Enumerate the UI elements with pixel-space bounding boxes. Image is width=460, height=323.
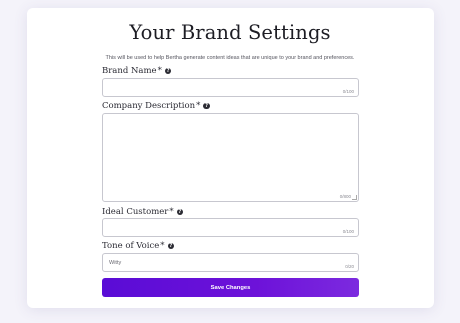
required-mark: *	[160, 241, 165, 251]
ideal-customer-label: Ideal Customer * ?	[102, 207, 184, 217]
brand-name-label-text: Brand Name	[102, 66, 157, 76]
brand-name-label: Brand Name * ?	[102, 66, 172, 76]
company-description-label: Company Description * ?	[102, 101, 210, 111]
page-title: Your Brand Settings	[129, 21, 331, 44]
tone-of-voice-input[interactable]: Witty 0/20	[102, 253, 359, 272]
tone-of-voice-label-text: Tone of Voice	[102, 241, 160, 251]
save-changes-button[interactable]: Save Changes	[102, 278, 359, 297]
help-icon[interactable]: ?	[203, 102, 210, 110]
company-description-textarea[interactable]: 0/800	[102, 113, 359, 202]
help-icon[interactable]: ?	[176, 208, 184, 216]
brand-name-counter: 0/100	[342, 89, 354, 94]
company-description-counter: 0/800	[339, 194, 351, 199]
ideal-customer-input[interactable]: 0/100	[102, 218, 359, 237]
brand-name-input[interactable]: 0/100	[102, 78, 359, 97]
company-description-label-text: Company Description	[102, 101, 196, 111]
resize-handle-icon[interactable]	[352, 195, 357, 200]
ideal-customer-label-text: Ideal Customer	[102, 207, 169, 217]
page-subtitle: This will be used to help Bertha generat…	[105, 55, 355, 61]
tone-of-voice-value: Witty	[109, 259, 122, 266]
tone-of-voice-counter: 0/20	[345, 264, 354, 269]
tone-of-voice-label: Tone of Voice * ?	[102, 241, 175, 251]
required-mark: *	[196, 101, 201, 111]
help-icon[interactable]: ?	[167, 242, 175, 250]
ideal-customer-counter: 0/100	[342, 229, 354, 234]
required-mark: *	[169, 207, 174, 217]
required-mark: *	[157, 66, 162, 76]
help-icon[interactable]: ?	[164, 67, 172, 75]
